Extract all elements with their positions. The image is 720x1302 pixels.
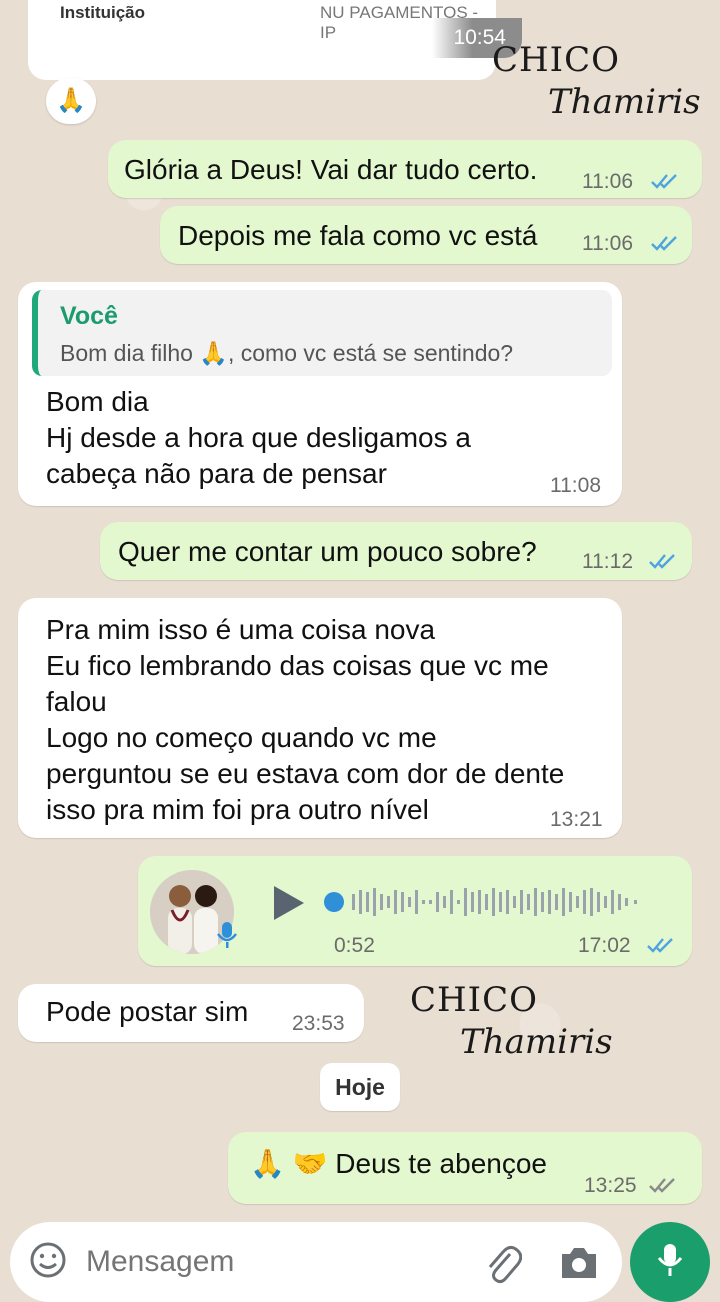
receipt-label: Instituição bbox=[60, 3, 146, 22]
message-bubble-incoming[interactable]: Pode postar sim 23:53 bbox=[18, 984, 364, 1042]
message-bubble-incoming[interactable]: Pra mim isso é uma coisa nova Eu fico le… bbox=[18, 598, 622, 838]
play-icon[interactable] bbox=[270, 884, 306, 922]
message-bubble-outgoing[interactable]: Quer me contar um pouco sobre? 11:12 bbox=[100, 522, 692, 580]
message-text: Quer me contar um pouco sobre? bbox=[118, 536, 537, 567]
attach-icon[interactable] bbox=[482, 1240, 522, 1284]
payment-receipt-card[interactable]: Instituição NU PAGAMENTOS - IP 10:54 bbox=[28, 0, 522, 80]
read-ticks-icon bbox=[651, 236, 677, 251]
message-time: 11:06 bbox=[582, 232, 633, 255]
watermark-logo: CHICO Thamiris bbox=[410, 980, 620, 1070]
voice-duration: 0:52 bbox=[334, 934, 375, 957]
watermark-line1: CHICO bbox=[492, 40, 620, 80]
voice-message-bubble[interactable]: 0:52 17:02 bbox=[138, 856, 692, 966]
message-bubble-outgoing[interactable]: Glória a Deus! Vai dar tudo certo. 11:06 bbox=[108, 140, 702, 198]
message-time: 11:06 bbox=[582, 170, 633, 193]
watermark-logo: CHICO Thamiris bbox=[492, 40, 702, 130]
message-time: 11:12 bbox=[582, 550, 633, 573]
message-time: 11:08 bbox=[550, 474, 601, 497]
watermark-line2: Thamiris bbox=[460, 1022, 613, 1062]
record-voice-button[interactable] bbox=[630, 1222, 710, 1302]
message-text: Pra mim isso é uma coisa nova Eu fico le… bbox=[46, 614, 565, 825]
quote-text: Bom dia filho 🙏, como vc está se sentind… bbox=[60, 340, 514, 366]
message-text: Bom dia Hj desde a hora que desligamos a… bbox=[46, 386, 471, 489]
camera-icon[interactable] bbox=[558, 1242, 600, 1282]
quoted-message[interactable]: Você Bom dia filho 🙏, como vc está se se… bbox=[32, 290, 612, 376]
message-text: 🙏 🤝 Deus te abençoe bbox=[250, 1148, 547, 1179]
message-time: 13:25 bbox=[584, 1174, 637, 1197]
microphone-icon bbox=[657, 1244, 683, 1276]
microphone-icon bbox=[217, 922, 237, 948]
message-bubble-incoming[interactable]: Você Bom dia filho 🙏, como vc está se se… bbox=[18, 282, 622, 506]
delivered-ticks-icon bbox=[649, 1178, 675, 1193]
watermark-line2: Thamiris bbox=[548, 82, 701, 122]
voice-waveform[interactable] bbox=[322, 878, 662, 926]
message-text: Depois me fala como vc está bbox=[178, 220, 538, 251]
read-ticks-icon bbox=[647, 938, 673, 953]
reaction-badge[interactable]: 🙏 bbox=[46, 78, 96, 124]
quote-author: Você bbox=[60, 302, 118, 330]
watermark-line1: CHICO bbox=[410, 980, 538, 1020]
message-time: 17:02 bbox=[578, 934, 631, 957]
message-text: Glória a Deus! Vai dar tudo certo. bbox=[124, 154, 538, 185]
message-time: 13:21 bbox=[550, 808, 603, 831]
read-ticks-icon bbox=[649, 554, 675, 569]
message-composer[interactable] bbox=[10, 1222, 622, 1302]
message-time: 23:53 bbox=[292, 1012, 345, 1035]
message-bubble-outgoing[interactable]: 🙏 🤝 Deus te abençoe 13:25 bbox=[228, 1132, 702, 1204]
message-input[interactable] bbox=[84, 1236, 468, 1288]
read-ticks-icon bbox=[651, 174, 677, 189]
emoji-icon[interactable] bbox=[28, 1240, 68, 1280]
message-text: Pode postar sim bbox=[46, 996, 249, 1027]
message-bubble-outgoing[interactable]: Depois me fala como vc está 11:06 bbox=[160, 206, 692, 264]
date-divider: Hoje bbox=[320, 1063, 400, 1111]
